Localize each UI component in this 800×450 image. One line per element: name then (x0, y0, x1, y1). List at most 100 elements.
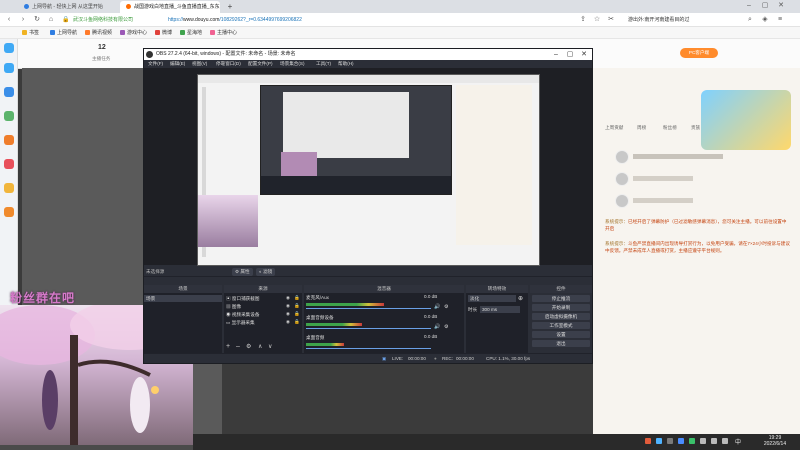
bookmark-item[interactable]: 微博 (155, 27, 172, 39)
menu-tools[interactable]: 工具(T) (316, 60, 331, 68)
menu-view[interactable]: 视图(V) (192, 60, 207, 68)
source-item[interactable]: ▦ 图像 (224, 303, 302, 310)
system-clock[interactable]: 19:29 2022/6/14 (755, 435, 795, 447)
lock-icon[interactable]: 🔒 (294, 311, 300, 317)
start-recording-button[interactable]: 开始录制 (532, 304, 590, 311)
minimize-icon[interactable]: – (744, 1, 754, 11)
eye-icon[interactable]: ◉ (286, 303, 290, 309)
lock-icon[interactable]: 🔒 (294, 295, 300, 301)
menu-profile[interactable]: 配置文件(P) (248, 60, 273, 68)
side-app-icon[interactable] (4, 159, 14, 169)
eye-icon[interactable]: ◉ (286, 295, 290, 301)
lock-icon[interactable]: 🔒 (294, 303, 300, 309)
tab-noble[interactable]: 贵族 (691, 125, 700, 131)
move-up-icon[interactable]: ∧ (258, 343, 262, 350)
eye-icon[interactable]: ◉ (286, 319, 290, 325)
obs-preview-canvas[interactable] (197, 74, 540, 266)
volume-slider[interactable] (306, 328, 431, 329)
source-item[interactable]: ▣ 窗口捕获截图 (224, 295, 302, 302)
menu-edit[interactable]: 编辑(E) (170, 60, 185, 68)
eye-icon[interactable]: ◉ (286, 311, 290, 317)
lock-icon[interactable]: 🔒 (294, 319, 300, 325)
search-icon[interactable]: ⌕ (745, 15, 755, 25)
volume-slider[interactable] (306, 348, 431, 349)
promo-banner[interactable] (701, 90, 791, 150)
tab-navigation[interactable]: 上网导航 - 轻快上网 从这里开始 (18, 1, 118, 13)
side-app-icon[interactable] (4, 111, 14, 121)
tab-fans[interactable]: 粉丝榜 (663, 125, 677, 131)
duration-input[interactable]: 300 ms (480, 306, 520, 313)
speaker-icon[interactable]: 🔊 (434, 304, 440, 310)
volume-slider[interactable] (306, 308, 431, 309)
bookmark-item[interactable]: 星海地 (180, 27, 202, 39)
side-app-icon[interactable] (4, 43, 14, 53)
tab-contribution[interactable]: 上周贡献 (605, 125, 623, 131)
ime-indicator[interactable]: 中 (735, 437, 741, 446)
tray-app-icon[interactable] (689, 438, 695, 444)
refresh-icon[interactable]: ↻ (32, 15, 42, 25)
forward-icon[interactable]: › (18, 15, 28, 25)
obs-close-icon[interactable]: ✕ (577, 49, 591, 60)
channel-settings-icon[interactable]: ⚙ (444, 304, 448, 310)
stop-streaming-button[interactable]: 停止推流 (532, 295, 590, 302)
obs-minimize-icon[interactable]: – (549, 49, 563, 60)
tray-app-icon[interactable] (667, 438, 673, 444)
bookmark-item[interactable]: 书签 (22, 27, 39, 39)
side-app-icon[interactable] (4, 135, 14, 145)
move-down-icon[interactable]: ∨ (268, 343, 272, 350)
bookmark-item[interactable]: 游戏中心 (120, 27, 147, 39)
network-icon[interactable] (711, 438, 717, 444)
filters-label: 滤镜 (263, 269, 273, 274)
speaker-icon[interactable]: 🔊 (434, 324, 440, 330)
menu-icon[interactable]: ≡ (775, 15, 785, 25)
side-app-icon[interactable] (4, 183, 14, 193)
start-virtual-camera-button[interactable]: 启动虚拟摄像机 (532, 313, 590, 320)
volume-icon[interactable] (722, 438, 728, 444)
bookmark-item[interactable]: 主播中心 (210, 27, 237, 39)
side-app-icon[interactable] (4, 63, 14, 73)
tray-app-icon[interactable] (678, 438, 684, 444)
exit-button[interactable]: 退出 (532, 340, 590, 347)
channel-settings-icon[interactable]: ⚙ (444, 324, 448, 330)
scene-item[interactable]: 场景 (144, 295, 222, 302)
tab-douyu[interactable]: 战国游戏白地直播_斗鱼直播直播_东东 (120, 1, 220, 13)
filters-button[interactable]: ◐ 滤镜 (256, 268, 276, 276)
maximize-icon[interactable]: ▢ (760, 1, 770, 11)
remove-source-icon[interactable]: – (236, 343, 240, 350)
add-source-icon[interactable]: + (226, 343, 230, 350)
close-icon[interactable]: ✕ (776, 1, 786, 11)
obs-maximize-icon[interactable]: ▢ (563, 49, 577, 60)
obs-preview-area[interactable] (144, 68, 592, 266)
search-suggest-text[interactable]: 游出外:南开河南建看目的过 (628, 15, 689, 25)
source-settings-icon[interactable]: ⚙ (246, 343, 251, 350)
side-app-icon[interactable] (4, 207, 14, 217)
menu-help[interactable]: 帮助(H) (338, 60, 354, 68)
transition-select[interactable]: 淡化 (468, 295, 516, 302)
menu-docks[interactable]: 停靠窗口(D) (216, 60, 241, 68)
extensions-icon[interactable]: ◈ (760, 15, 770, 25)
cut-icon[interactable]: ✂ (606, 15, 616, 25)
add-transition-icon[interactable]: ⊕ (518, 295, 523, 302)
share-icon[interactable]: ⇪ (578, 15, 588, 25)
bookmark-item[interactable]: 上网导航 (50, 27, 77, 39)
tray-app-icon[interactable] (645, 438, 651, 444)
url-field[interactable]: https://www.douyu.com/10829262?_r=0.6344… (168, 15, 648, 25)
new-tab-button[interactable]: + (224, 1, 236, 13)
properties-button[interactable]: ⚙ 属性 (232, 268, 253, 276)
menu-file[interactable]: 文件(F) (148, 60, 163, 68)
tray-app-icon[interactable] (700, 438, 706, 444)
pc-client-button[interactable]: PC客户端 (680, 48, 718, 58)
side-app-icon[interactable] (4, 87, 14, 97)
tray-app-icon[interactable] (656, 438, 662, 444)
settings-button[interactable]: 设置 (532, 331, 590, 338)
menu-scene-collection[interactable]: 场景集合(S) (280, 60, 305, 68)
source-item[interactable]: ▭ 显示器采集 (224, 319, 302, 326)
bookmark-item[interactable]: 腾讯视频 (85, 27, 112, 39)
studio-mode-button[interactable]: 工作室模式 (532, 322, 590, 329)
home-icon[interactable]: ⌂ (46, 15, 56, 25)
back-icon[interactable]: ‹ (4, 15, 14, 25)
stream-status-icon: ▣ (382, 356, 387, 361)
source-item[interactable]: ◉ 视频采集设备 (224, 311, 302, 318)
star-icon[interactable]: ☆ (592, 15, 602, 25)
tab-week[interactable]: 周榜 (637, 125, 646, 131)
